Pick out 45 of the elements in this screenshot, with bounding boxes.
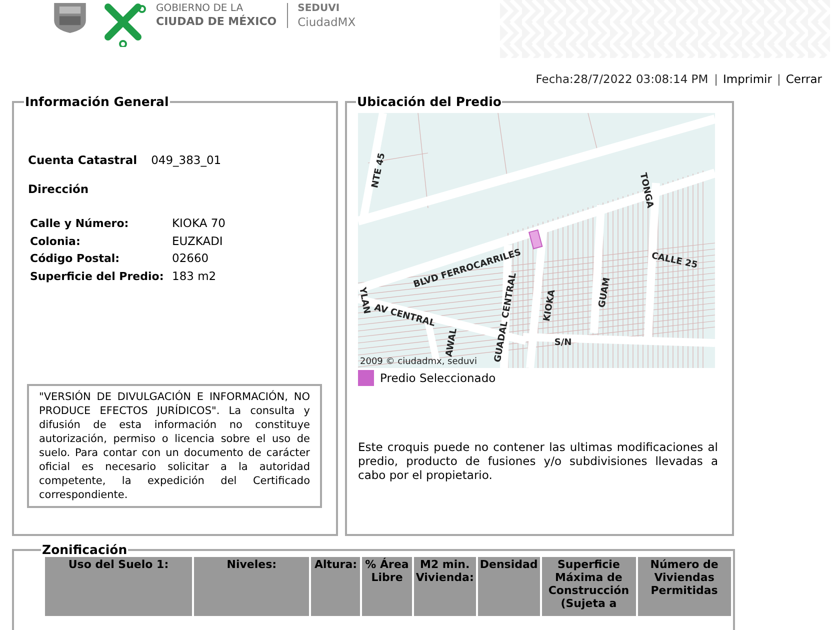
street-label: AWAL [444,328,460,358]
agency-subtitle: CiudadMX [298,15,356,29]
field-value: 02660 [172,251,210,266]
street-label: GUAM [597,276,613,308]
field-label: Código Postal: [30,251,121,266]
field-value: 183 m2 [172,268,218,284]
panel-title: Ubicación del Predio [356,94,502,109]
separator: | [776,72,781,88]
street-label: CALLE 25 [650,251,698,271]
selected-lot [528,229,543,250]
toolbar-link[interactable]: Cerrar [786,72,822,94]
column-header: M2 min. Vivienda: [414,557,476,616]
map-credit: 2009 © ciudadmx, seduvi [360,357,478,367]
street-label: KIOKA [542,289,558,322]
map-note: Este croquis puede no contener las ultimas modificaciones al predio, producto de fusiones y/o subdivisiones llevadas a cabo por el propietario. [358,440,718,482]
column-header: Densidad [478,557,540,616]
field-label: Cuenta Catastral [28,153,138,167]
field-value: EUZKADI [172,234,224,249]
toolbar-link[interactable]: Imprimir [723,72,772,94]
government-name: GOBIERNO DE LA [156,3,244,14]
agency-name: SEDUVI [298,3,341,15]
column-header: Uso del Suelo 1: [45,557,192,616]
column-header: Superficie Máxima de Construcción (Sujeta a [542,557,636,616]
street-label: TONGA [637,172,655,210]
field-label: Superficie del Predio: [30,268,165,284]
section-title: Dirección [28,182,90,196]
column-header: Altura: [311,557,360,616]
street-label: NTE 45 [370,152,388,189]
field-label: Colonia: [30,234,82,249]
column-header: Número de Viviendas Permitidas [638,557,731,616]
field-value: 049_383_01 [151,153,222,167]
disclaimer-text: "VERSIÓN DE DIVULGACIÓN E INFORMACIÓN, NO PRODUCE EFECTOS JURÍDICOS". La consulta y difusión de esta información no constituye autorización, permiso o licencia sobre el uso de suelo. Para contar con un documento de carácter oficial es necesario solicitar a la autoridad competente, la expedición del Certificado correspondiente. [39,390,310,502]
panel-title: Información General [24,94,170,109]
street-label: YLAN [358,286,372,315]
legend-swatch [358,370,374,386]
column-header: Niveles: [194,557,310,616]
government-name: CIUDAD DE MÉXICO [156,15,277,28]
street-label: S/N [554,338,572,348]
field-value: KIOKA 70 [172,216,226,232]
panel-title: Zonificación [41,542,128,557]
field-label: Calle y Número: [30,216,130,232]
legend-label: Predio Seleccionado [380,371,496,385]
separator: | [714,72,718,88]
column-header: % Área Libre [362,557,412,616]
date-text: Fecha:28/7/2022 03:08:14 PM [536,72,708,88]
